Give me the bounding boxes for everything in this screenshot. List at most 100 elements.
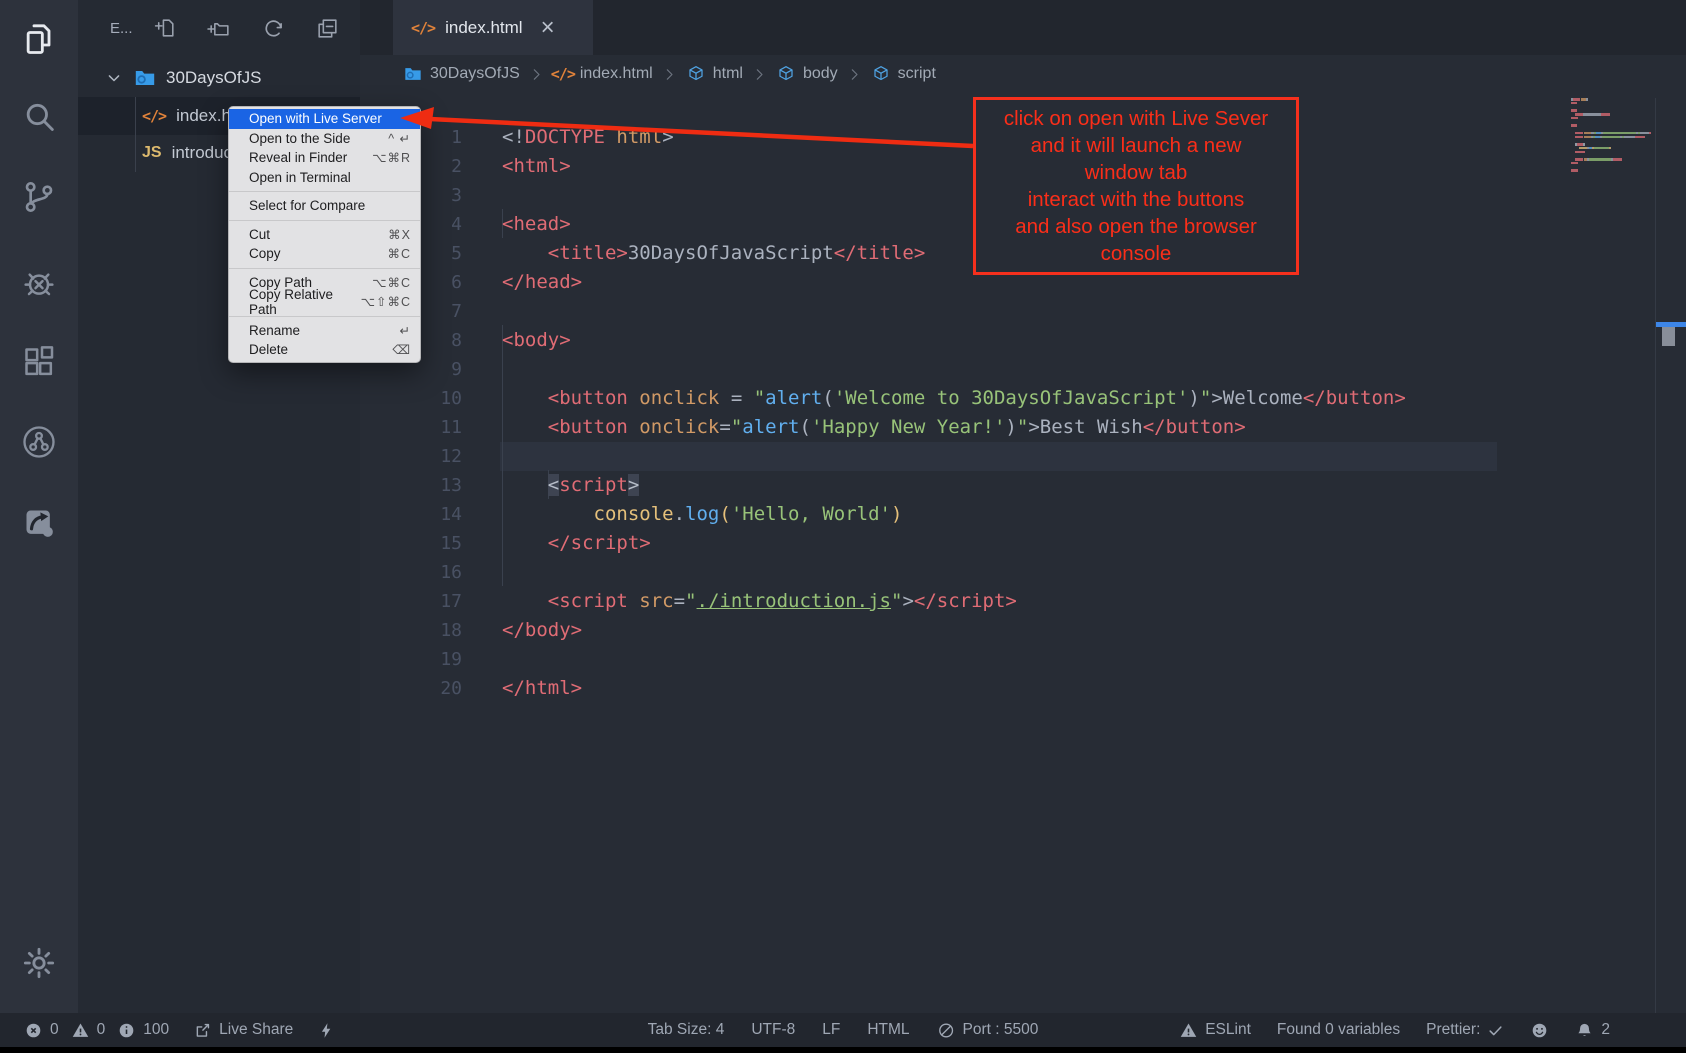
tab-bar: </> index.html × [360,0,1686,55]
code-line-10[interactable]: 10 <button onclick = "alert('Welcome to … [360,355,1686,384]
breadcrumb-item-body[interactable]: body [776,64,838,84]
refresh-icon[interactable] [261,16,286,41]
folder-icon [403,64,423,84]
tab-close-icon[interactable]: × [541,16,555,40]
new-file-icon[interactable] [153,16,178,41]
menu-item-select-for-compare[interactable]: Select for Compare [229,196,420,216]
info-icon [117,1021,136,1040]
folder-icon [133,66,157,90]
menu-item-open-in-terminal[interactable]: Open in Terminal [229,168,420,188]
window-bottom-edge [0,1047,1686,1053]
bell-icon [1575,1021,1594,1040]
js-file-icon: JS [142,144,162,162]
activity-item-run-debug[interactable] [19,263,59,303]
breadcrumb-item-script[interactable]: script [871,64,936,84]
chevron-down-icon [104,68,124,88]
status-bar: 00 100 Live Share Tab Size: 4 UTF-8 LF HTML Po… [0,1013,1686,1047]
tree-folder-label: 30DaysOfJS [166,68,261,88]
menu-item-copy-relative-path[interactable]: Copy Relative Path⌥⇧⌘C [229,292,420,312]
status-item-0[interactable]: 0 [24,1021,59,1040]
menu-item-open-to-the-side[interactable]: Open to the Side^ ↵ [229,129,420,149]
export-icon [193,1021,212,1040]
breadcrumb-item-html[interactable]: html [686,64,743,84]
status-item-0[interactable]: 0 [71,1021,106,1040]
scrollbar-thumb[interactable] [1662,327,1675,346]
status-item-smiley[interactable] [1530,1021,1549,1040]
status-item-utf-8[interactable]: UTF-8 [751,1021,795,1039]
vscode-window: E... 30DaysOfJS </>index.html JSintroduc… [0,0,1686,1053]
explorer-actions [153,16,340,41]
overview-ruler-border [1655,98,1656,1013]
status-item-tab-size-4[interactable]: Tab Size: 4 [648,1021,725,1039]
error-icon [24,1021,43,1040]
activity-item-extensions[interactable] [19,342,59,382]
status-item-bolt[interactable] [317,1021,336,1040]
menu-item-copy[interactable]: Copy⌘C [229,244,420,264]
menu-separator [229,268,420,269]
activity-item-live-share[interactable] [19,422,59,462]
menu-separator [229,220,420,221]
status-left: 00 100 Live Share [24,1013,336,1047]
menu-item-rename[interactable]: Rename↵ [229,321,420,341]
explorer-header: E... [78,0,360,56]
minimap[interactable] [1571,98,1651,268]
slash-circle-icon [937,1021,956,1040]
annotation-text: window tab [976,159,1296,186]
status-item-found-0-variables[interactable]: Found 0 variables [1277,1021,1400,1039]
html-file-icon: </> [553,64,573,84]
explorer-title: E... [110,20,133,37]
menu-item-cut[interactable]: Cut⌘X [229,225,420,245]
annotation-text: interact with the buttons [976,186,1296,213]
check-icon [1487,1022,1504,1039]
tree-item-30daysofjs[interactable]: 30DaysOfJS [78,59,360,97]
activity-bar [0,0,78,1013]
activity-item-settings-gear[interactable] [19,943,59,983]
breadcrumb-item-30daysofjs[interactable]: 30DaysOfJS [403,64,520,84]
status-center: Tab Size: 4 UTF-8 LF HTML Port : 5500 [648,1013,1039,1047]
menu-separator [229,191,420,192]
context-menu: Open with Live Server Open to the Side^ … [228,106,421,363]
menu-item-reveal-in-finder[interactable]: Reveal in Finder⌥⌘R [229,148,420,168]
activity-item-source-control[interactable] [19,177,59,217]
code-line-20[interactable]: 20</html> [360,645,1686,674]
chevron-right-icon [529,67,544,82]
activity-item-explorer[interactable] [19,20,59,60]
status-right: ESLint Found 0 variables Prettier: 2 [1179,1013,1610,1047]
bolt-icon [317,1021,336,1040]
status-item-lf[interactable]: LF [822,1021,840,1039]
activity-item-search[interactable] [19,97,59,137]
cube-icon [686,64,706,84]
annotation-box: click on open with Live Severand it will… [973,97,1299,275]
smiley-icon [1530,1021,1549,1040]
code-line-13[interactable]: 13 <script> [360,442,1686,471]
annotation-text: console [976,240,1296,267]
code-line-8[interactable]: 8<body> [360,297,1686,326]
warning-icon [1179,1021,1198,1040]
breadcrumb-item-index-html[interactable]: </>index.html [553,64,653,84]
chevron-right-icon [752,67,767,82]
chevron-right-icon [662,67,677,82]
status-item-html[interactable]: HTML [867,1021,909,1039]
warning-icon [71,1021,90,1040]
tab-label: index.html [445,18,522,38]
html-file-icon: </> [142,107,166,125]
status-item-live-share[interactable]: Live Share [193,1021,293,1040]
status-item-port-5500[interactable]: Port : 5500 [937,1021,1039,1040]
menu-item-open-with-live-server[interactable]: Open with Live Server [229,109,420,129]
cube-icon [871,64,891,84]
new-folder-icon[interactable] [207,16,232,41]
status-item-prettier[interactable]: Prettier: [1426,1021,1504,1039]
collapse-all-icon[interactable] [315,16,340,41]
code-line-17[interactable]: 17 <script src="./introduction.js"></scr… [360,558,1686,587]
annotation-text: click on open with Live Sever [976,105,1296,132]
activity-item-share[interactable] [19,503,59,543]
annotation-text: and it will launch a new [976,132,1296,159]
status-item-eslint[interactable]: ESLint [1179,1021,1251,1040]
chevron-right-icon [847,67,862,82]
tab-index-html[interactable]: </> index.html × [393,0,593,55]
status-item-100[interactable]: 100 [117,1021,169,1040]
annotation-text: and also open the browser [976,213,1296,240]
breadcrumb: 30DaysOfJS </>index.html html body script [360,55,1686,93]
status-item-2[interactable]: 2 [1575,1021,1610,1040]
menu-item-delete[interactable]: Delete⌫ [229,340,420,360]
